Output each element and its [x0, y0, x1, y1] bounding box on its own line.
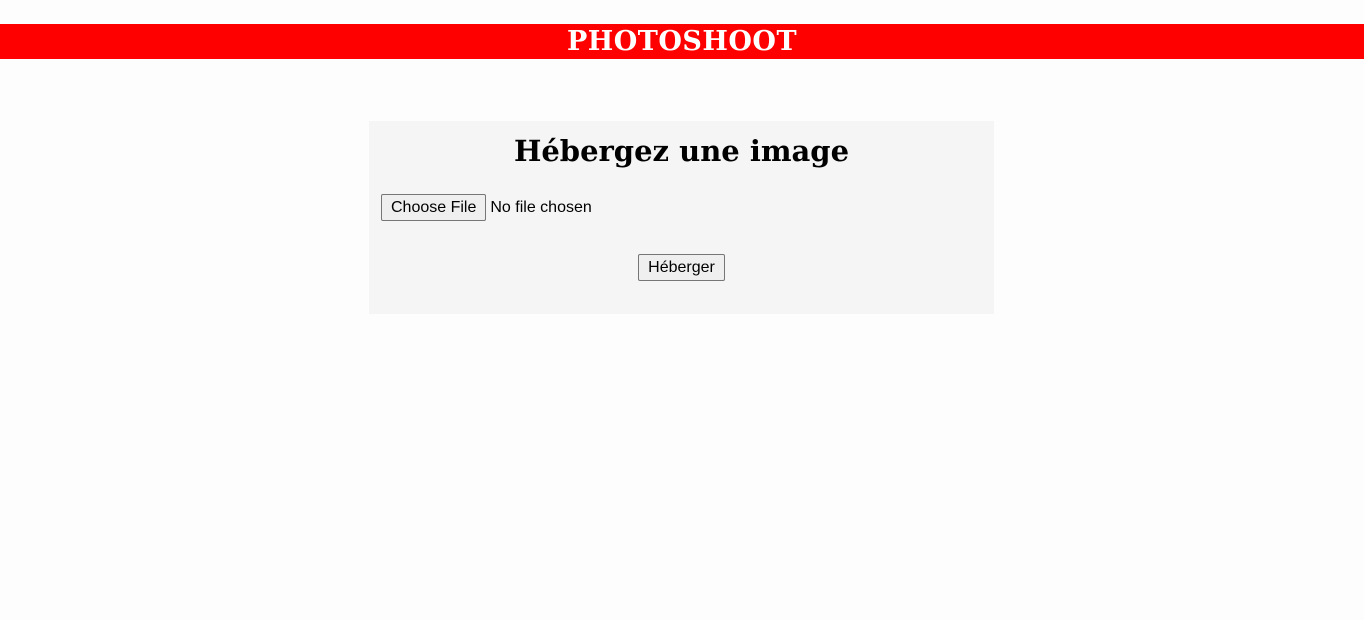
upload-panel: Hébergez une image Choose File No file c…: [369, 121, 994, 314]
file-input[interactable]: Choose File No file chosen: [381, 194, 592, 221]
submit-row: Héberger: [369, 254, 994, 281]
choose-file-button[interactable]: Choose File: [381, 194, 487, 221]
upload-heading: Hébergez une image: [513, 134, 850, 168]
file-status-text: No file chosen: [490, 198, 592, 216]
heberger-submit-button[interactable]: Héberger: [638, 254, 725, 281]
site-title: PHOTOSHOOT: [566, 26, 798, 57]
site-header: PHOTOSHOOT: [0, 24, 1364, 59]
